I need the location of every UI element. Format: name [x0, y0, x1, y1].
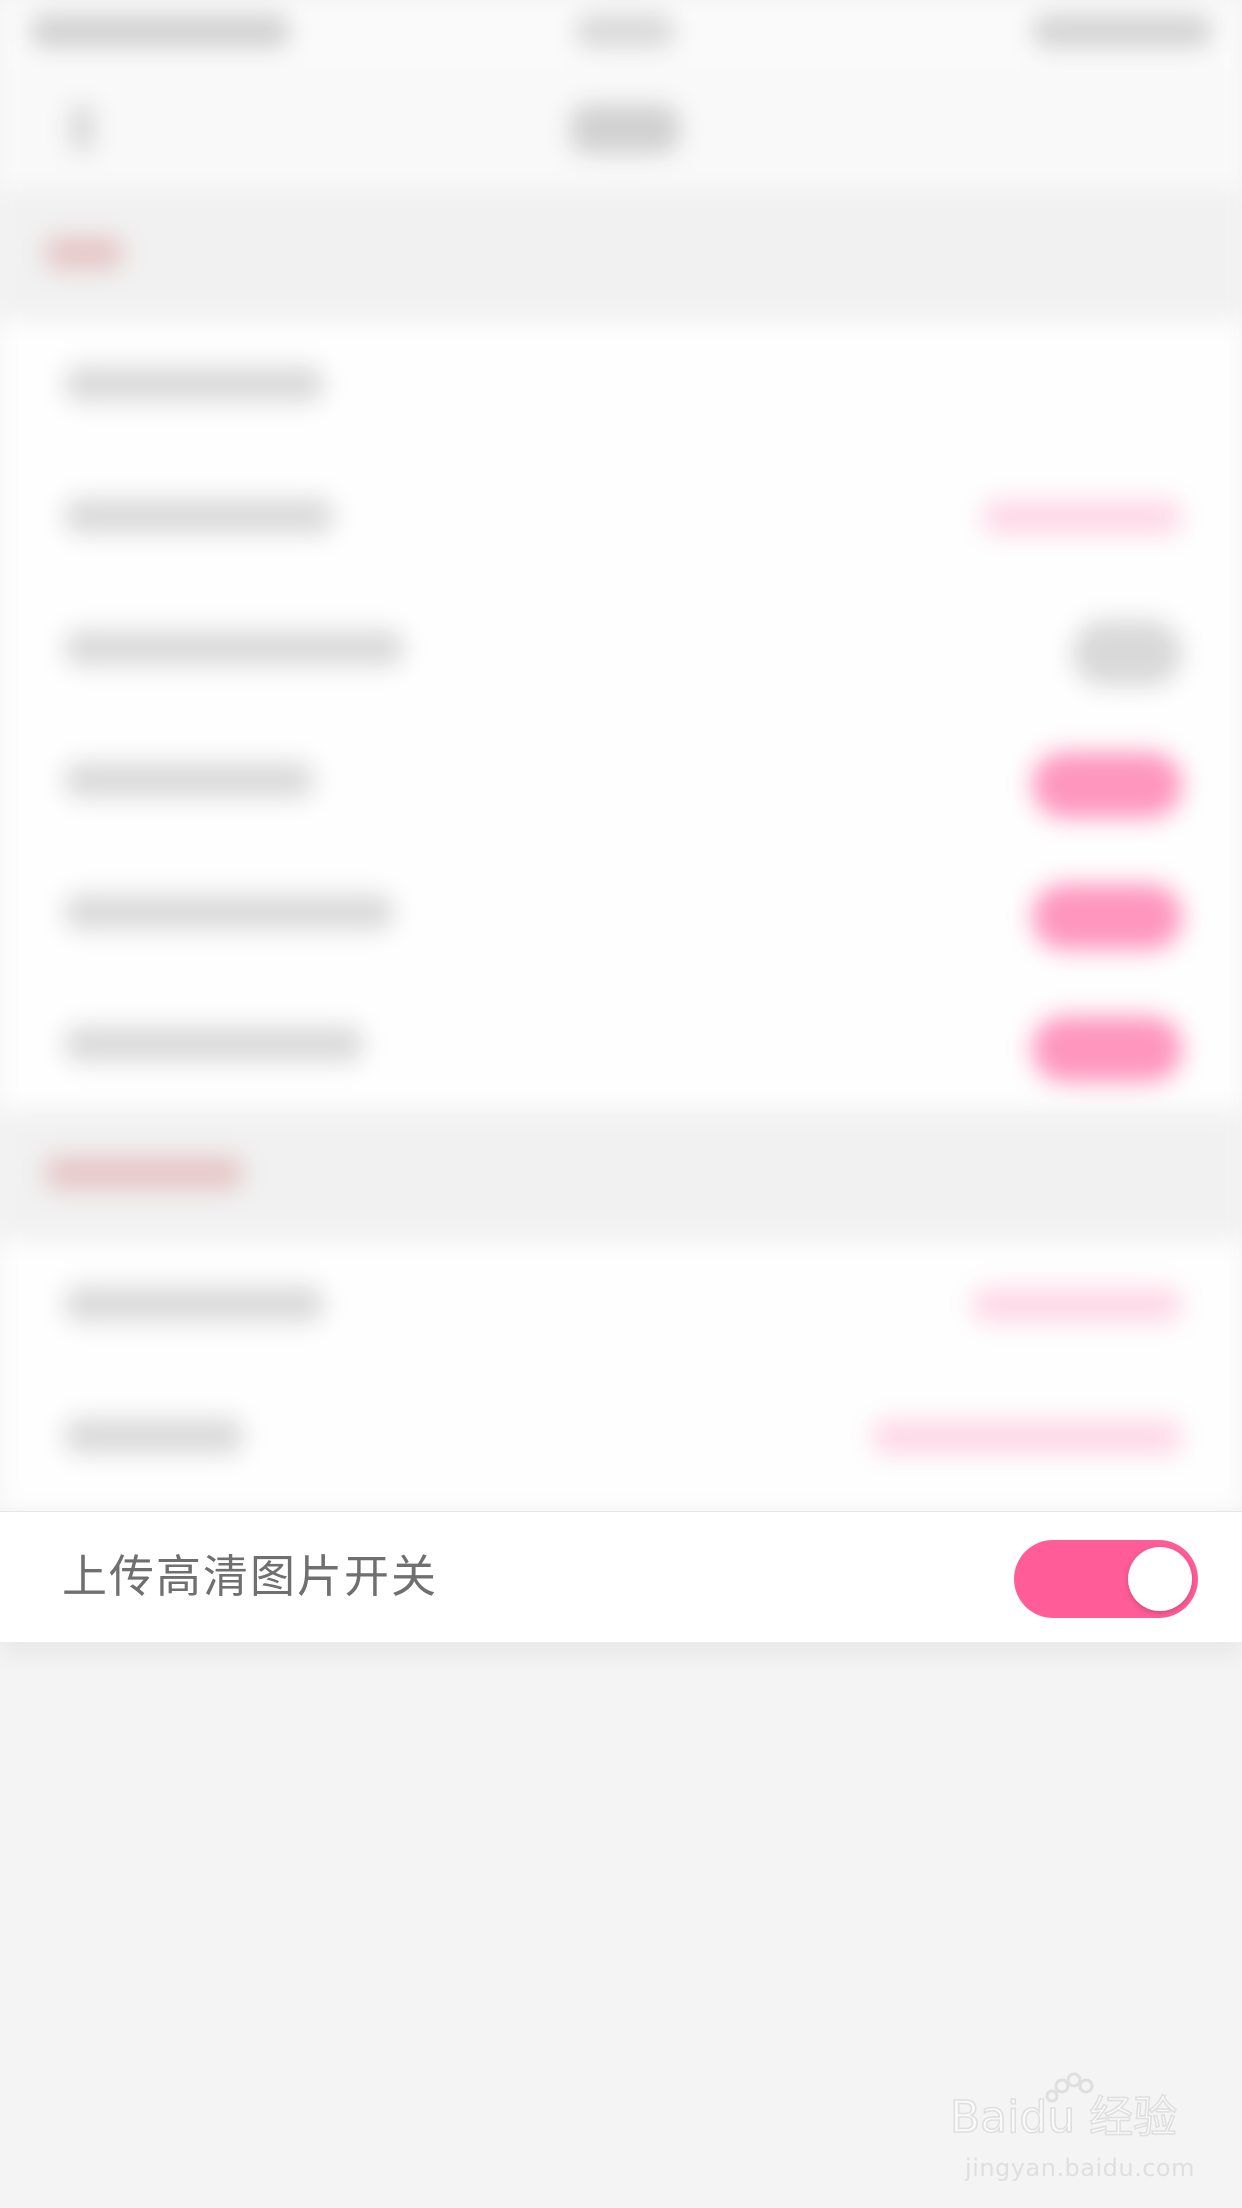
- status-bar: [0, 0, 1242, 70]
- row-label-blurred: [64, 762, 314, 798]
- baidu-jingyan-watermark: Baidu 经验 jingyan.baidu.com: [950, 2070, 1210, 2190]
- settings-panel-blurred: [0, 1240, 1242, 1512]
- settings-row-blurred[interactable]: [0, 1372, 1242, 1504]
- row-label-blurred: [64, 1286, 324, 1322]
- status-carrier-blurred: [30, 14, 290, 48]
- toggle-blurred[interactable]: [1032, 884, 1182, 950]
- status-battery-blurred: [1032, 14, 1212, 48]
- nav-title-blurred: [570, 104, 680, 154]
- hd-image-upload-row[interactable]: 上传高清图片开关: [0, 1511, 1242, 1643]
- row-label-blurred: [64, 498, 334, 534]
- settings-row-blurred[interactable]: [0, 452, 1242, 584]
- svg-text:Baidu 经验: Baidu 经验: [950, 2092, 1177, 2143]
- row-value-blurred: [1072, 620, 1182, 686]
- settings-panel-blurred: [0, 320, 1242, 1110]
- row-value-blurred: [872, 1420, 1182, 1454]
- row-label-blurred: [64, 894, 394, 930]
- settings-row-blurred[interactable]: [0, 716, 1242, 848]
- back-icon[interactable]: [70, 104, 94, 152]
- row-label-blurred: [64, 1026, 364, 1062]
- row-value-blurred: [982, 500, 1182, 534]
- hd-image-upload-label: 上传高清图片开关: [62, 1550, 439, 1603]
- settings-row-blurred[interactable]: [0, 848, 1242, 980]
- hd-image-upload-toggle[interactable]: [1014, 1540, 1198, 1618]
- status-time-blurred: [575, 14, 675, 48]
- row-value-blurred: [972, 1288, 1182, 1322]
- section-title-blurred: [44, 1156, 244, 1190]
- baidu-logo-icon: Baidu 经验: [950, 2072, 1178, 2144]
- toggle-blurred[interactable]: [1032, 752, 1182, 818]
- row-label-blurred: [64, 366, 324, 402]
- watermark-url: jingyan.baidu.com: [965, 2154, 1195, 2182]
- toggle-blurred[interactable]: [1032, 1016, 1182, 1082]
- row-label-blurred: [64, 1418, 244, 1454]
- section-header-blurred: [0, 1110, 1242, 1240]
- settings-row-blurred[interactable]: [0, 980, 1242, 1112]
- blurred-settings-background: [0, 0, 1242, 2208]
- toggle-knob: [1128, 1547, 1192, 1611]
- settings-row-blurred[interactable]: [0, 1240, 1242, 1372]
- row-label-blurred: [64, 630, 404, 666]
- settings-row-blurred[interactable]: [0, 584, 1242, 716]
- section-title-blurred: [44, 236, 124, 270]
- section-header-blurred: [0, 190, 1242, 320]
- nav-bar: [0, 70, 1242, 190]
- settings-screen: 上传高清图片开关 Baidu 经验 jingyan.baidu.com: [0, 0, 1242, 2208]
- settings-row-blurred[interactable]: [0, 320, 1242, 452]
